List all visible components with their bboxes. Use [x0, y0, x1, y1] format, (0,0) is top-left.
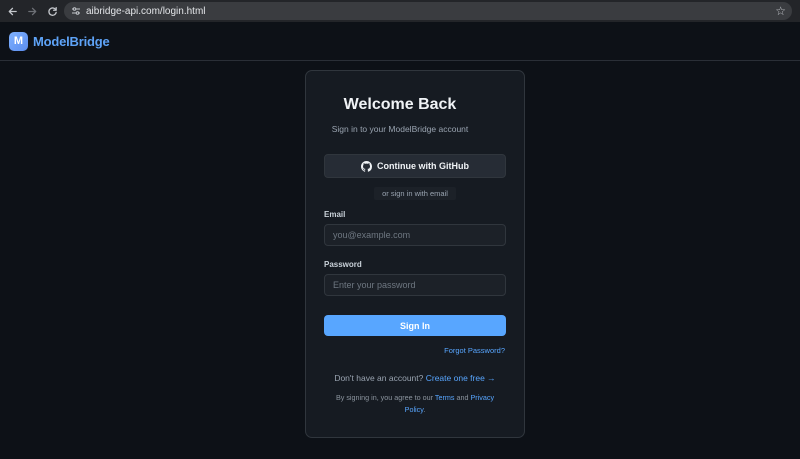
privacy-link-word-2: Policy — [404, 405, 424, 414]
terms-notice: By signing in, you agree to our Terms an… — [318, 392, 512, 416]
arrow-left-icon — [8, 7, 17, 15]
password-label: Password — [324, 260, 362, 269]
address-bar[interactable]: aibridge-api.com/login.html ☆ — [64, 2, 792, 20]
privacy-link-word-1: Privacy — [470, 393, 495, 402]
github-button-label: Continue with GitHub — [377, 161, 469, 171]
page-subtitle: Sign in to your ModelBridge account — [331, 124, 469, 134]
terms-link[interactable]: Terms — [435, 393, 455, 402]
tune-icon[interactable] — [67, 2, 85, 20]
url-text: aibridge-api.com/login.html — [86, 5, 206, 17]
terms-prefix: By signing in, you agree to our — [335, 393, 434, 402]
terms-and: and — [456, 393, 469, 402]
signin-button[interactable]: Sign In — [324, 315, 506, 336]
back-button[interactable] — [2, 0, 22, 22]
signup-prompt-text: Don't have an account? — [334, 373, 424, 383]
email-field[interactable] — [324, 224, 506, 246]
reload-button[interactable] — [42, 0, 62, 22]
app-header: M ModelBridge — [0, 22, 800, 61]
email-divider: or sign in with email — [374, 187, 456, 200]
create-account-link[interactable]: Create one free → — [426, 373, 496, 383]
brand-name[interactable]: ModelBridge — [33, 34, 110, 49]
forward-button[interactable] — [22, 0, 42, 22]
star-icon[interactable]: ☆ — [775, 4, 786, 18]
terms-suffix: . — [423, 405, 426, 414]
forgot-password-link[interactable]: Forgot Password? — [444, 346, 505, 355]
signup-prompt: Don't have an account? Create one free → — [305, 373, 525, 383]
github-signin-button[interactable]: Continue with GitHub — [324, 154, 506, 178]
browser-toolbar: aibridge-api.com/login.html ☆ — [0, 0, 800, 22]
reload-icon — [47, 6, 57, 16]
arrow-right-icon — [27, 7, 36, 15]
password-field[interactable] — [324, 274, 506, 296]
github-icon — [361, 160, 372, 172]
logo-icon[interactable]: M — [9, 31, 28, 51]
page-title: Welcome Back — [343, 96, 457, 113]
email-label: Email — [324, 210, 346, 219]
